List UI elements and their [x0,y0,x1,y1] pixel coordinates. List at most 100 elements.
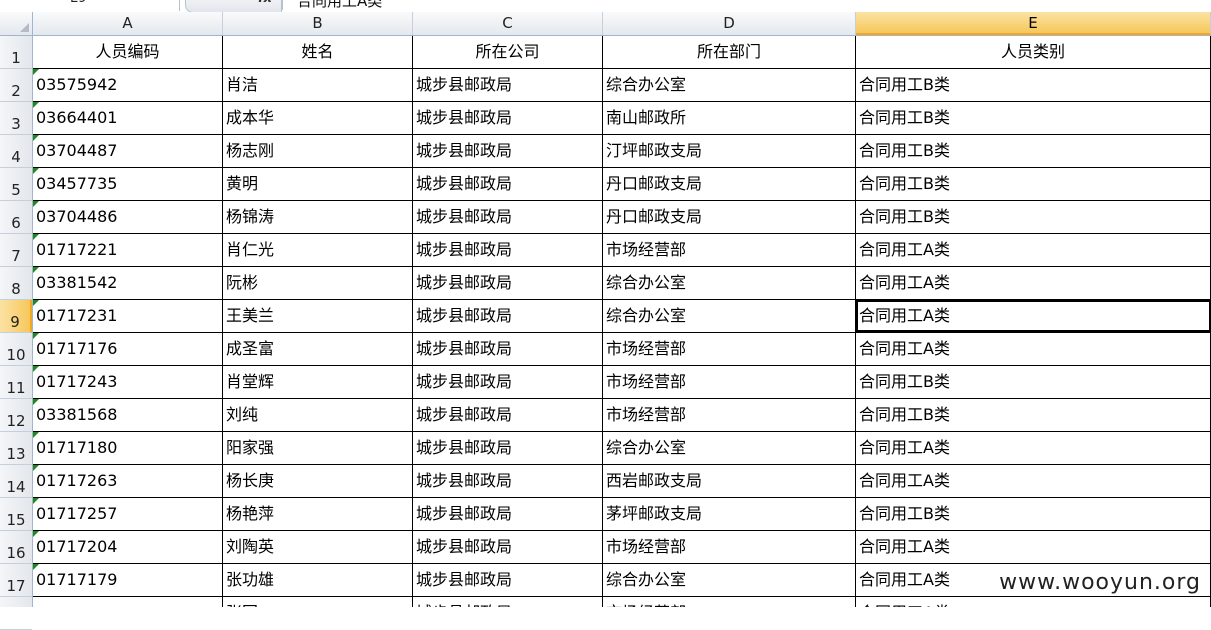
cell-a13[interactable]: 01717180 [33,432,223,464]
cell-a3[interactable]: 03664401 [33,102,223,134]
cell-e3[interactable]: 合同用工B类 [856,102,1211,134]
cell-c1[interactable]: 所在公司 [413,36,603,68]
cell-e4[interactable]: 合同用工B类 [856,135,1211,167]
cell-c14[interactable]: 城步县邮政局 [413,465,603,497]
row-header-7[interactable]: 7 [0,234,32,267]
cell-d12[interactable]: 市场经营部 [603,399,856,431]
cell-b11[interactable]: 肖堂辉 [223,366,413,398]
cell-e6[interactable]: 合同用工B类 [856,201,1211,233]
cell-c11[interactable]: 城步县邮政局 [413,366,603,398]
cell-d1[interactable]: 所在部门 [603,36,856,68]
cell-c9[interactable]: 城步县邮政局 [413,300,603,332]
cell-e2[interactable]: 合同用工B类 [856,69,1211,101]
cell-e13[interactable]: 合同用工A类 [856,432,1211,464]
row-header-partial[interactable] [0,597,32,630]
row-header-6[interactable]: 6 [0,201,32,234]
cell-a6[interactable]: 03704486 [33,201,223,233]
cell-a16[interactable]: 01717204 [33,531,223,563]
fx-icon[interactable]: fx [258,0,272,6]
cell-b17[interactable]: 张功雄 [223,564,413,596]
cell-d4[interactable]: 汀坪邮政支局 [603,135,856,167]
cell-c4[interactable]: 城步县邮政局 [413,135,603,167]
cell-d7[interactable]: 市场经营部 [603,234,856,266]
cell-cpartial[interactable]: 城步县邮政局 [413,597,603,607]
cell-c2[interactable]: 城步县邮政局 [413,69,603,101]
cell-e7[interactable]: 合同用工A类 [856,234,1211,266]
cell-c3[interactable]: 城步县邮政局 [413,102,603,134]
formula-input[interactable]: 合同用工A类 [282,0,1211,10]
cell-c5[interactable]: 城步县邮政局 [413,168,603,200]
column-header-c[interactable]: C [413,12,603,35]
cell-a2[interactable]: 03575942 [33,69,223,101]
cell-a12[interactable]: 03381568 [33,399,223,431]
cell-c15[interactable]: 城步县邮政局 [413,498,603,530]
cell-a10[interactable]: 01717176 [33,333,223,365]
row-header-12[interactable]: 12 [0,399,32,432]
cell-a8[interactable]: 03381542 [33,267,223,299]
cell-d3[interactable]: 南山邮政所 [603,102,856,134]
row-header-16[interactable]: 16 [0,531,32,564]
cell-d6[interactable]: 丹口邮政支局 [603,201,856,233]
cell-a5[interactable]: 03457735 [33,168,223,200]
cell-d5[interactable]: 丹口邮政支局 [603,168,856,200]
row-header-2[interactable]: 2 [0,69,32,102]
cell-b16[interactable]: 刘陶英 [223,531,413,563]
cell-d2[interactable]: 综合办公室 [603,69,856,101]
cell-bpartial[interactable]: 张国 [223,597,413,607]
cell-b8[interactable]: 阮彬 [223,267,413,299]
column-header-d[interactable]: D [603,12,856,35]
cell-b15[interactable]: 杨艳萍 [223,498,413,530]
row-header-3[interactable]: 3 [0,102,32,135]
select-all-button[interactable] [0,12,33,35]
cell-b4[interactable]: 杨志刚 [223,135,413,167]
cell-dpartial[interactable]: 市场经营部 [603,597,856,607]
cell-e12[interactable]: 合同用工B类 [856,399,1211,431]
cell-epartial[interactable]: 合同用工A类 [856,597,1211,607]
row-header-14[interactable]: 14 [0,465,32,498]
cell-e15[interactable]: 合同用工B类 [856,498,1211,530]
row-header-13[interactable]: 13 [0,432,32,465]
row-header-10[interactable]: 10 [0,333,32,366]
cell-c17[interactable]: 城步县邮政局 [413,564,603,596]
cell-d8[interactable]: 综合办公室 [603,267,856,299]
cell-d14[interactable]: 西岩邮政支局 [603,465,856,497]
cell-d10[interactable]: 市场经营部 [603,333,856,365]
cell-c7[interactable]: 城步县邮政局 [413,234,603,266]
cell-e5[interactable]: 合同用工B类 [856,168,1211,200]
cell-b10[interactable]: 成圣富 [223,333,413,365]
cell-c12[interactable]: 城步县邮政局 [413,399,603,431]
cell-b7[interactable]: 肖仁光 [223,234,413,266]
cell-a14[interactable]: 01717263 [33,465,223,497]
cell-apartial[interactable] [33,597,223,607]
cell-e9[interactable]: 合同用工A类 [856,300,1211,332]
column-header-a[interactable]: A [33,12,223,35]
cell-d11[interactable]: 市场经营部 [603,366,856,398]
cell-a17[interactable]: 01717179 [33,564,223,596]
cell-d9[interactable]: 综合办公室 [603,300,856,332]
cell-b12[interactable]: 刘纯 [223,399,413,431]
cell-b5[interactable]: 黄明 [223,168,413,200]
cell-e8[interactable]: 合同用工A类 [856,267,1211,299]
spreadsheet-grid[interactable]: 人员编码 姓名 所在公司 所在部门 人员类别 03575942 肖洁 城步县邮政局 综合办公室合… [33,36,1211,607]
cell-b3[interactable]: 成本华 [223,102,413,134]
cell-a4[interactable]: 03704487 [33,135,223,167]
cell-e1[interactable]: 人员类别 [856,36,1211,68]
cell-b2[interactable]: 肖洁 [223,69,413,101]
cell-e16[interactable]: 合同用工A类 [856,531,1211,563]
row-header-1[interactable]: 1 [0,36,32,69]
row-header-11[interactable]: 11 [0,366,32,399]
row-header-17[interactable]: 17 [0,564,32,597]
cell-a7[interactable]: 01717221 [33,234,223,266]
column-header-e[interactable]: E [856,12,1211,35]
name-box[interactable]: E9 [0,0,180,11]
cell-c6[interactable]: 城步县邮政局 [413,201,603,233]
row-header-9[interactable]: 9 [0,300,32,333]
cell-a15[interactable]: 01717257 [33,498,223,530]
cell-d16[interactable]: 市场经营部 [603,531,856,563]
cell-c13[interactable]: 城步县邮政局 [413,432,603,464]
cell-b14[interactable]: 杨长庚 [223,465,413,497]
cell-b6[interactable]: 杨锦涛 [223,201,413,233]
cell-e10[interactable]: 合同用工A类 [856,333,1211,365]
cell-b13[interactable]: 阳家强 [223,432,413,464]
cell-d13[interactable]: 综合办公室 [603,432,856,464]
